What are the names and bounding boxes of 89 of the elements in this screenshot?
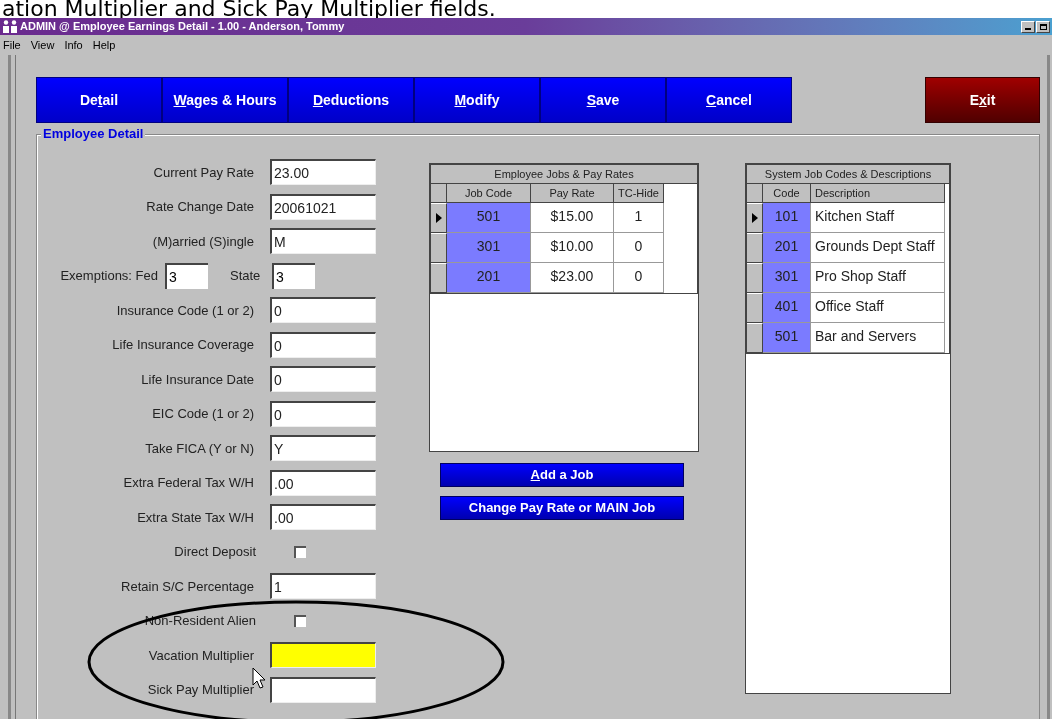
field-label: Current Pay Rate [152,163,255,182]
input-field[interactable]: 3 [165,262,208,289]
restore-button[interactable] [1036,20,1050,33]
field-label: State [230,267,262,285]
column-header: Pay Rate [531,184,614,203]
input-field[interactable]: 3 [272,262,315,289]
column-header: Code [763,184,811,203]
action-button[interactable]: Change Pay Rate or MAIN Job [440,496,684,520]
toolbar-button[interactable]: Cancel [666,77,792,123]
field-label: Retain S/C Percentage [120,577,255,596]
input-field[interactable]: 20061021 [270,193,376,220]
row-selector[interactable] [747,263,763,293]
input-field[interactable]: 0 [270,366,376,393]
row-selector[interactable] [431,233,447,263]
checkbox[interactable] [294,614,306,627]
table-cell: 201 [447,263,531,293]
field-label: Life Insurance Coverage [111,336,255,354]
input-field[interactable]: Y [270,435,376,462]
caption: ation Multiplier and Sick Pay Multiplier fields. [1,0,497,18]
row-selector[interactable] [747,293,763,323]
input-field[interactable]: .00 [270,504,376,531]
field-label: (M)arried (S)ingle [151,232,255,251]
table-cell: 101 [763,203,811,233]
toolbar-button[interactable]: Deductions [288,77,414,123]
table-cell: 501 [763,323,811,353]
group-title: Employee Detail [41,126,146,142]
row-selector[interactable] [747,323,763,353]
table-title: Employee Jobs & Pay Rates [431,165,697,184]
field-label: Exemptions: Fed [59,267,159,285]
table-cell: 401 [763,293,811,323]
row-selector[interactable] [431,203,447,233]
field-label: Extra State Tax W/H [136,508,255,527]
field-label: Insurance Code (1 or 2) [115,301,255,320]
table-cell: 301 [447,233,531,263]
field-label: Life Insurance Date [140,370,255,389]
row-selector[interactable] [747,203,763,233]
menu-item[interactable]: Help [92,36,116,54]
table-cell: $23.00 [531,263,614,293]
input-field[interactable] [270,676,376,703]
field-label: Vacation Multiplier [147,646,255,665]
input-field[interactable]: 0 [270,297,376,324]
input-field[interactable]: 23.00 [270,159,376,186]
row-pointer-icon [751,213,758,223]
row-selector[interactable] [431,263,447,293]
field-label: Rate Change Date [145,198,255,216]
table-cell: 0 [614,263,664,293]
exit-button[interactable]: Exit [925,77,1040,123]
table-cell: Bar and Servers [811,323,945,353]
table-cell: $15.00 [531,203,614,233]
table-cell: 201 [763,233,811,263]
input-field[interactable]: 0 [270,331,376,358]
table-cell: Pro Shop Staff [811,263,945,293]
checkbox[interactable] [294,545,306,558]
table-cell: Kitchen Staff [811,203,945,233]
menu-item[interactable]: Info [64,36,83,54]
table-cell: 1 [614,203,664,233]
column-header: Description [811,184,945,203]
table-cell: 0 [614,233,664,263]
minimize-button[interactable] [1021,20,1035,33]
table-cell: $10.00 [531,233,614,263]
mouse-cursor-icon [252,667,266,689]
table-cell: Grounds Dept Staff [811,233,945,263]
window-title: ADMIN @ Employee Earnings Detail - 1.00 - Anderson, Tommy [20,19,345,35]
toolbar-button[interactable]: Detail [36,77,162,123]
input-field[interactable]: 1 [270,573,376,600]
people-icon [2,20,18,33]
table-cell: Office Staff [811,293,945,323]
toolbar-button[interactable]: Modify [414,77,540,123]
input-field[interactable]: 0 [270,400,376,427]
table-title: System Job Codes & Descriptions [747,165,949,184]
input-field[interactable]: M [270,228,376,255]
field-label: Direct Deposit [173,543,257,561]
field-label: EIC Code (1 or 2) [151,405,255,423]
table-cell: 501 [447,203,531,233]
input-field[interactable]: .00 [270,469,376,496]
table-cell: 301 [763,263,811,293]
row-pointer-icon [435,213,442,223]
menu-item[interactable]: View [30,36,55,54]
input-field[interactable] [270,642,376,669]
menu-item[interactable]: File [3,36,21,54]
row-selector[interactable] [747,233,763,263]
toolbar-button[interactable]: Wages & Hours [162,77,288,123]
field-label: Take FICA (Y or N) [144,439,255,458]
field-label: Extra Federal Tax W/H [122,474,255,492]
column-header: TC-Hide [614,184,664,203]
field-label: Sick Pay Multiplier [146,681,255,699]
toolbar-button[interactable]: Save [540,77,666,123]
column-header: Job Code [447,184,531,203]
action-button[interactable]: Add a Job [440,463,684,487]
